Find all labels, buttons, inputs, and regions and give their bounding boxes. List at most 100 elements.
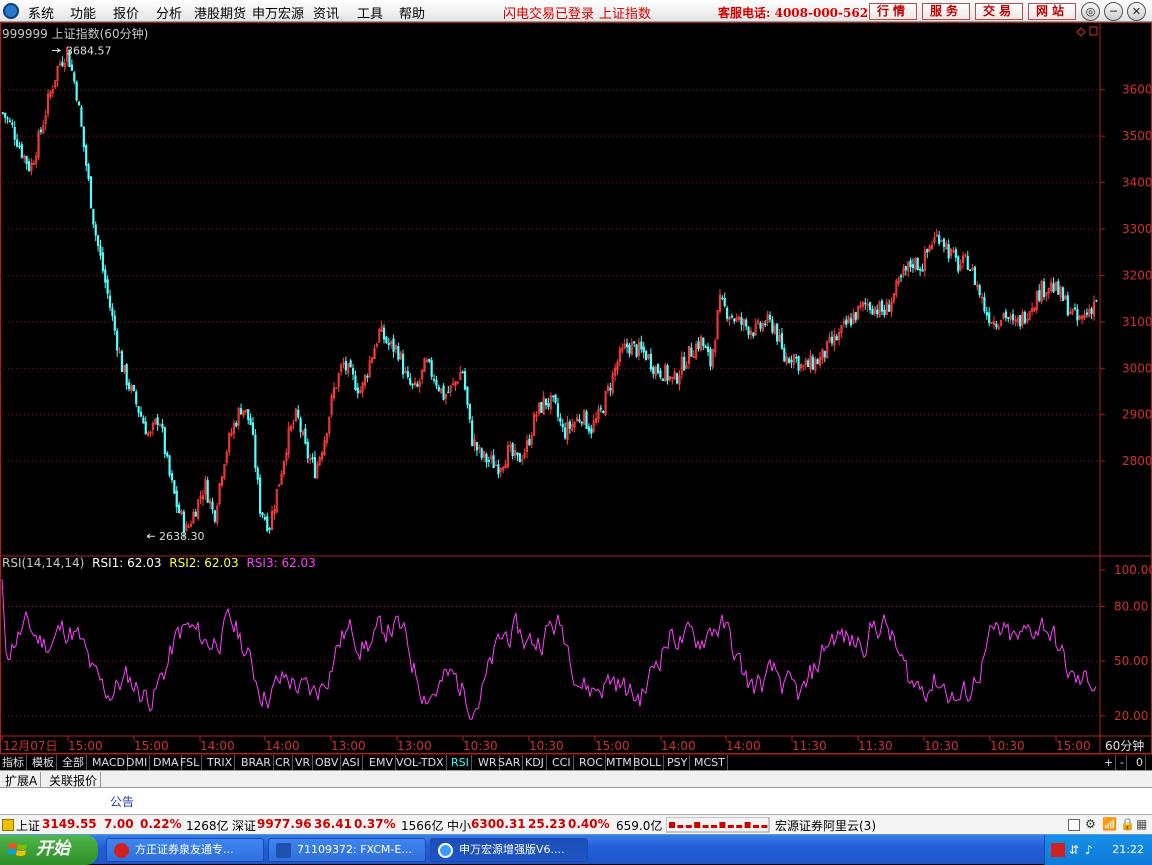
candle-body	[139, 411, 143, 417]
candle-body	[392, 338, 395, 352]
candle-body	[978, 285, 981, 296]
candle-body	[1090, 308, 1093, 314]
candle-body	[266, 516, 269, 532]
menu-tools[interactable]: 工具	[357, 3, 383, 22]
help-icon[interactable]: ◎	[1081, 2, 1100, 21]
index-link[interactable]: 上证指数	[599, 3, 651, 22]
trade-button[interactable]: 交易	[975, 3, 1023, 20]
menu-function[interactable]: 功能	[70, 3, 96, 22]
tab-rsi[interactable]: RSI	[449, 755, 472, 770]
candle-body	[175, 490, 178, 508]
chart-area[interactable]: 3600 3500 3400 3300 3200 3100 3000 2900 2800 3684…	[0, 22, 1152, 754]
start-button[interactable]: 开始	[0, 835, 98, 865]
restore-panel-icon[interactable]	[1089, 26, 1098, 36]
tab-vr[interactable]: VR	[293, 755, 314, 770]
candle-body	[1095, 299, 1098, 302]
candle-body	[659, 370, 662, 378]
tab-dma[interactable]: DMA	[151, 755, 182, 770]
tab-trix[interactable]: TRIX	[205, 755, 236, 770]
candle-body	[471, 420, 474, 446]
tab-kdj[interactable]: KDJ	[523, 755, 547, 770]
tab-obv[interactable]: OBV	[313, 755, 342, 770]
menu-system[interactable]: 系统	[28, 3, 54, 22]
menu-swhy[interactable]: 申万宏源	[252, 3, 304, 22]
tab-nav-zero[interactable]: 0	[1134, 755, 1146, 770]
service-hotline: 客服电话: 4008-000-562	[718, 6, 869, 20]
menu-hk-futures[interactable]: 港股期货	[194, 3, 246, 22]
candle-body	[249, 418, 252, 425]
menu-help[interactable]: 帮助	[399, 3, 425, 22]
candle-body	[311, 457, 314, 460]
menu-quote[interactable]: 报价	[113, 3, 139, 22]
tab-fsl[interactable]: FSL	[178, 755, 203, 770]
tab-dmi[interactable]: DMI	[124, 755, 151, 770]
candle-body	[430, 360, 433, 377]
flash-trade-status[interactable]: 闪电交易已登录	[503, 3, 594, 22]
candle-body	[466, 386, 469, 405]
candle-body	[6, 117, 9, 120]
candle-body	[966, 256, 969, 270]
tab-nav-minus[interactable]: -	[1118, 755, 1127, 770]
tab-mcst[interactable]: MCST	[692, 755, 728, 770]
tab--[interactable]: 全部	[60, 755, 87, 770]
menu-analysis[interactable]: 分析	[156, 3, 182, 22]
website-button[interactable]: 网站	[1028, 3, 1076, 20]
candle-body	[89, 176, 93, 209]
candle-body	[132, 384, 135, 391]
candle-body	[106, 279, 109, 294]
candle-body	[385, 336, 388, 344]
app-tray-icon[interactable]	[1051, 843, 1065, 857]
service-button[interactable]: 服务	[922, 3, 970, 20]
minimize-icon[interactable]: ─	[1104, 2, 1123, 21]
close-icon[interactable]: ✕	[1127, 2, 1146, 21]
rsi-legend: RSI(14,14,14) RSI1: 62.03 RSI2: 62.03 RS…	[2, 556, 320, 570]
tab-boll[interactable]: BOLL	[631, 755, 665, 770]
candle-body	[938, 235, 941, 244]
candle-body	[27, 161, 31, 171]
task-fxcm[interactable]: 71109372: FXCM-E...	[268, 838, 426, 862]
app-logo-icon[interactable]	[3, 3, 19, 19]
server-name[interactable]: 宏源证券阿里云(3)	[775, 817, 876, 834]
market-button[interactable]: 行情	[869, 3, 917, 20]
lock-status-icon[interactable]: 🔒	[1120, 817, 1135, 831]
tab-sar[interactable]: SAR	[496, 755, 524, 770]
kline-chart[interactable]: 3600 3500 3400 3300 3200 3100 3000 2900 2800 3684…	[0, 22, 1152, 754]
menu-news[interactable]: 资讯	[313, 3, 339, 22]
task-label: 方正证券泉友通专...	[135, 843, 234, 856]
keyboard-icon[interactable]: ▦	[1136, 817, 1147, 831]
tab-emv[interactable]: EMV	[367, 755, 396, 770]
sz-amount: 1566亿	[401, 819, 444, 833]
tab-macd[interactable]: MACD	[90, 755, 128, 770]
diamond-icon[interactable]	[1076, 27, 1086, 37]
candle-body	[797, 355, 800, 371]
tab-cci[interactable]: CCI	[550, 755, 574, 770]
tab-asi[interactable]: ASI	[340, 755, 363, 770]
tools-icon[interactable]: ⚙	[1085, 817, 1096, 831]
task-swhy[interactable]: 申万宏源增强版V6....	[430, 838, 588, 862]
signal-icon[interactable]: 📶	[1102, 817, 1117, 831]
tab-cr[interactable]: CR	[273, 755, 294, 770]
tab-roc[interactable]: ROC	[577, 755, 606, 770]
network-icon[interactable]: ⇵	[1069, 843, 1083, 857]
tab--[interactable]: 模板	[30, 755, 57, 770]
tab-related-quotes[interactable]: 关联报价	[46, 772, 102, 789]
lock-icon[interactable]	[2, 819, 14, 831]
notice-link[interactable]: 公告	[110, 793, 134, 810]
tab-brar[interactable]: BRAR	[239, 755, 274, 770]
candle-body	[480, 448, 483, 459]
window-icon[interactable]	[1068, 819, 1080, 831]
volume-icon[interactable]: ♪	[1085, 843, 1099, 857]
tab-nav-plus[interactable]: +	[1102, 755, 1117, 770]
candle-body	[845, 319, 848, 325]
tab--[interactable]: 指标	[0, 755, 27, 770]
candle-body	[1061, 287, 1065, 302]
tab-vol-tdx[interactable]: VOL-TDX	[394, 755, 447, 770]
tab-extension-a[interactable]: 扩展A	[2, 772, 42, 789]
candle-body	[1052, 283, 1055, 293]
breadth-bar	[711, 825, 717, 828]
task-fangzheng[interactable]: 方正证券泉友通专...	[106, 838, 264, 862]
x-tick-label: 13:00	[331, 739, 366, 753]
candle-body	[73, 72, 76, 82]
period-label[interactable]: 60分钟	[1105, 738, 1144, 753]
tab-psy[interactable]: PSY	[665, 755, 691, 770]
